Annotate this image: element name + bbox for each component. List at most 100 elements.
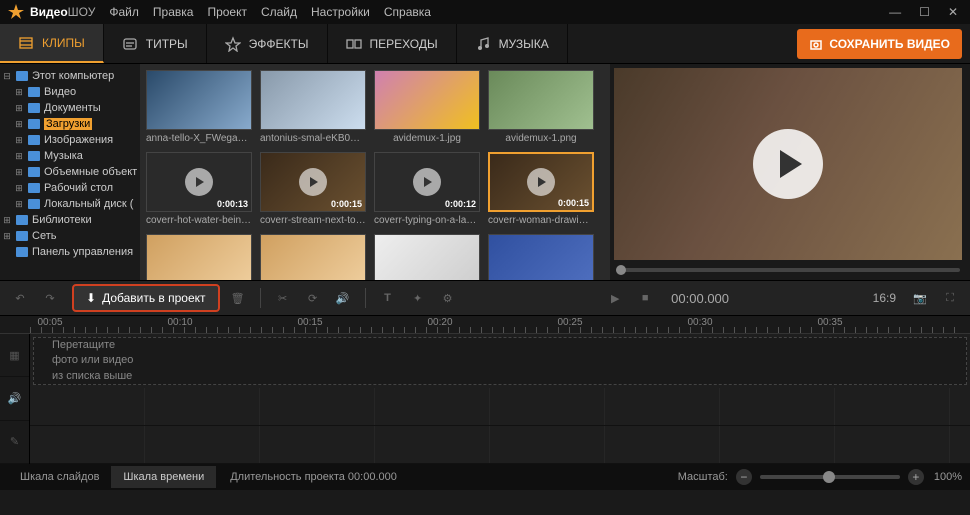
timeline-ruler[interactable]: 00:0500:1000:1500:2000:2500:3000:35 bbox=[0, 316, 970, 334]
tree-item[interactable]: ⊞Документы bbox=[2, 100, 138, 116]
menu-настройки[interactable]: Настройки bbox=[311, 5, 370, 19]
time-scale-tab[interactable]: Шкала времени bbox=[111, 466, 216, 488]
volume-button[interactable]: 🔊 bbox=[331, 286, 355, 310]
thumb-image bbox=[488, 234, 594, 280]
media-thumb[interactable]: avidemux-1.png bbox=[488, 70, 594, 144]
ruler-mark: 00:25 bbox=[557, 317, 582, 328]
tree-item[interactable]: ⊞Загрузки bbox=[2, 116, 138, 132]
fullscreen-button[interactable]: ⛶ bbox=[938, 286, 962, 310]
menu-файл[interactable]: Файл bbox=[109, 5, 139, 19]
preview-video bbox=[614, 68, 962, 260]
save-video-button[interactable]: СОХРАНИТЬ ВИДЕО bbox=[797, 29, 962, 59]
tab-icon bbox=[346, 36, 362, 52]
thumb-filename: avidemux-1.jpg bbox=[374, 133, 480, 144]
expand-icon[interactable]: ⊞ bbox=[14, 151, 24, 162]
tracks: Перетащите фото или видео из списка выше bbox=[30, 334, 970, 464]
add-to-project-button[interactable]: ⬇ Добавить в проект bbox=[72, 284, 220, 312]
redo-button[interactable]: ↷ bbox=[38, 286, 62, 310]
expand-icon[interactable]: ⊞ bbox=[14, 167, 24, 178]
media-thumb[interactable]: 0:00:15coverr-woman-drawing-in-… bbox=[488, 152, 594, 226]
tab-label: ТИТРЫ bbox=[146, 37, 188, 51]
media-thumb[interactable]: 0:00:12coverr-typing-on-a-laptop… bbox=[374, 152, 480, 226]
tree-item[interactable]: ⊞Объемные объект bbox=[2, 164, 138, 180]
tree-item[interactable]: ⊞Видео bbox=[2, 84, 138, 100]
zoom-slider[interactable] bbox=[760, 475, 900, 479]
tab-музыка[interactable]: МУЗЫКА bbox=[457, 24, 568, 63]
folder-icon bbox=[28, 119, 40, 129]
close-button[interactable]: ✕ bbox=[944, 5, 962, 19]
media-thumb[interactable] bbox=[146, 234, 252, 280]
snapshot-button[interactable]: 📷 bbox=[908, 286, 932, 310]
tab-label: МУЗЫКА bbox=[499, 37, 549, 51]
preview-play-button[interactable] bbox=[753, 129, 823, 199]
video-track[interactable]: Перетащите фото или видео из списка выше bbox=[33, 337, 967, 385]
tabbar: КЛИПЫ ТИТРЫ ЭФФЕКТЫПЕРЕХОДЫ МУЗЫКА СОХРАНИТ… bbox=[0, 24, 970, 64]
thumb-image: 0:00:13 bbox=[146, 152, 252, 212]
tab-титры[interactable]: ТИТРЫ bbox=[104, 24, 207, 63]
drop-placeholder: Перетащите фото или видео из списка выше bbox=[52, 338, 133, 384]
menu-слайд[interactable]: Слайд bbox=[261, 5, 297, 19]
expand-icon[interactable]: ⊟ bbox=[2, 71, 12, 82]
tree-item[interactable]: ⊞Музыка bbox=[2, 148, 138, 164]
preview-seek-track[interactable] bbox=[616, 268, 960, 272]
ruler-mark: 00:20 bbox=[427, 317, 452, 328]
zoom-out-button[interactable]: − bbox=[736, 469, 752, 485]
pc-icon bbox=[16, 231, 28, 241]
menu-проект[interactable]: Проект bbox=[207, 5, 247, 19]
menu-правка[interactable]: Правка bbox=[153, 5, 194, 19]
expand-icon[interactable]: ⊞ bbox=[14, 119, 24, 130]
expand-icon[interactable]: ⊞ bbox=[2, 231, 12, 242]
expand-icon[interactable]: ⊞ bbox=[2, 215, 12, 226]
tab-клипы[interactable]: КЛИПЫ bbox=[0, 24, 104, 63]
stop-button[interactable]: ■ bbox=[633, 286, 657, 310]
media-thumb[interactable]: 0:00:15coverr-stream-next-to-the… bbox=[260, 152, 366, 226]
tree-item[interactable]: ⊞Рабочий стол bbox=[2, 180, 138, 196]
cut-button[interactable]: ✂ bbox=[271, 286, 295, 310]
undo-button[interactable]: ↶ bbox=[8, 286, 32, 310]
delete-button[interactable]: 🗑 bbox=[226, 286, 250, 310]
media-thumb[interactable]: 0:00:13coverr-hot-water-being-p… bbox=[146, 152, 252, 226]
audio-track-head[interactable]: 🔊 bbox=[0, 377, 29, 420]
maximize-button[interactable]: ☐ bbox=[915, 5, 934, 19]
media-thumb[interactable]: antonius-smal-eKB0NmlUe… bbox=[260, 70, 366, 144]
tree-item[interactable]: ⊟Этот компьютер bbox=[2, 68, 138, 84]
tab-переходы[interactable]: ПЕРЕХОДЫ bbox=[328, 24, 457, 63]
magic-button[interactable]: ✦ bbox=[406, 286, 430, 310]
tree-item[interactable]: ⊞Сеть bbox=[2, 228, 138, 244]
effects-track[interactable] bbox=[30, 426, 970, 464]
slides-scale-tab[interactable]: Шкала слайдов bbox=[8, 466, 111, 488]
settings-button[interactable]: ⚙ bbox=[436, 286, 460, 310]
tree-item[interactable]: ⊞ Локальный диск ( bbox=[2, 196, 138, 212]
pc-icon bbox=[16, 71, 28, 81]
media-thumb[interactable]: anna-tello-X_FWega1EU0-… bbox=[146, 70, 252, 144]
expand-icon[interactable]: ⊞ bbox=[14, 183, 24, 194]
expand-icon[interactable]: ⊞ bbox=[14, 87, 24, 98]
tree-item[interactable]: ⊞Библиотеки bbox=[2, 212, 138, 228]
media-thumb[interactable]: avidemux-1.jpg bbox=[374, 70, 480, 144]
folder-tree: ⊟Этот компьютер⊞Видео⊞Документы⊞Загрузки… bbox=[0, 64, 140, 280]
folder-icon bbox=[28, 87, 40, 97]
rotate-button[interactable]: ⟳ bbox=[301, 286, 325, 310]
media-thumb[interactable] bbox=[488, 234, 594, 280]
minimize-button[interactable]: — bbox=[885, 5, 905, 19]
tree-item[interactable]: Панель управления bbox=[2, 244, 138, 260]
expand-icon[interactable]: ⊞ bbox=[14, 199, 24, 210]
thumb-filename: anna-tello-X_FWega1EU0-… bbox=[146, 133, 252, 144]
text-button[interactable]: T bbox=[376, 286, 400, 310]
audio-track[interactable] bbox=[30, 388, 970, 426]
media-thumb[interactable] bbox=[260, 234, 366, 280]
add-to-project-label: Добавить в проект bbox=[102, 291, 205, 305]
expand-icon[interactable]: ⊞ bbox=[14, 103, 24, 114]
expand-icon[interactable]: ⊞ bbox=[14, 135, 24, 146]
effects-track-head[interactable]: ✎ bbox=[0, 421, 29, 464]
play-button[interactable]: ▶ bbox=[603, 286, 627, 310]
tab-эффекты[interactable]: ЭФФЕКТЫ bbox=[207, 24, 328, 63]
tree-item[interactable]: ⊞Изображения bbox=[2, 132, 138, 148]
tree-label: Локальный диск ( bbox=[44, 198, 133, 210]
zoom-in-button[interactable]: + bbox=[908, 469, 924, 485]
thumb-image bbox=[260, 234, 366, 280]
menu-справка[interactable]: Справка bbox=[384, 5, 431, 19]
video-track-head[interactable]: ▦ bbox=[0, 334, 29, 377]
aspect-ratio[interactable]: 16:9 bbox=[873, 291, 896, 305]
media-thumb[interactable] bbox=[374, 234, 480, 280]
